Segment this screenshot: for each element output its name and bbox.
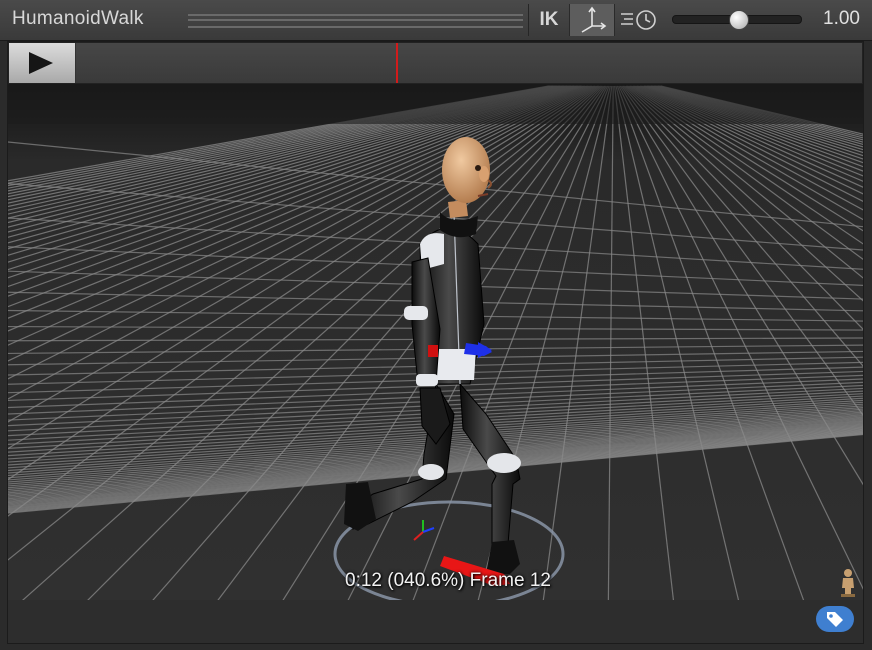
asset-label-button[interactable] (816, 606, 854, 632)
scene-canvas (8, 84, 863, 600)
playhead-marker[interactable] (396, 43, 398, 83)
play-icon (29, 52, 53, 74)
frame-info-label: 0:12 (040.6%) Frame 12 (345, 570, 551, 591)
slider-knob[interactable] (729, 10, 749, 30)
clip-name: HumanoidWalk (12, 8, 144, 29)
ik-toggle-button[interactable]: IK (530, 4, 568, 36)
preview-status-bar (8, 600, 863, 643)
speed-value: 1.00 (823, 8, 860, 29)
tag-icon (827, 612, 843, 627)
play-button[interactable] (9, 43, 76, 83)
timeline-bar (8, 42, 863, 84)
horizon-haze (8, 84, 863, 124)
pivot-toggle-button[interactable] (569, 4, 615, 36)
avatar-icon[interactable] (838, 568, 858, 600)
timeline-scrubber[interactable] (76, 43, 862, 83)
preview-viewport[interactable]: 0:12 (040.6%) Frame 12 (8, 84, 863, 600)
pivot-axes-icon (581, 6, 607, 33)
playback-speed-slider[interactable] (672, 10, 802, 30)
drag-handle[interactable] (188, 14, 523, 28)
playback-speed-icon (618, 6, 664, 34)
preview-toolbar: HumanoidWalk IK 1.00 (0, 0, 872, 41)
toolbar-divider (528, 4, 529, 36)
